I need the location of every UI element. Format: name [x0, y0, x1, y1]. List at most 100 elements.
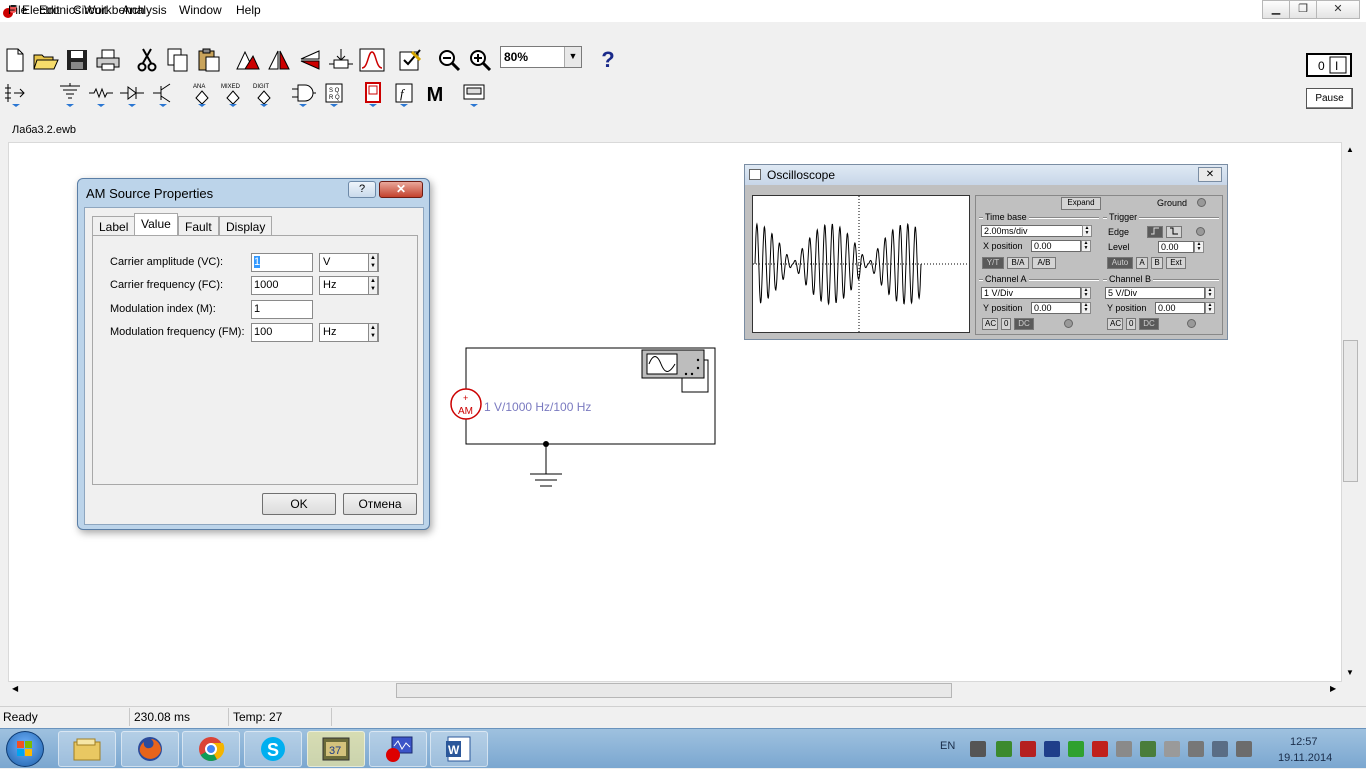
pause-button[interactable]: Pause — [1306, 88, 1353, 109]
parts-sources-button[interactable] — [55, 80, 85, 110]
new-button[interactable] — [0, 45, 30, 75]
channel-a-y-spinner[interactable]: ▲ ▼ — [1081, 302, 1091, 314]
channel-a-ac-button[interactable]: AC — [982, 318, 998, 330]
ground-terminal[interactable] — [1197, 198, 1206, 207]
time-base-value[interactable]: 2.00ms/div — [981, 225, 1083, 237]
open-button[interactable] — [31, 45, 61, 75]
tray-check-icon[interactable] — [1068, 741, 1084, 757]
channel-b-ac-button[interactable]: AC — [1107, 318, 1123, 330]
scroll-up-icon[interactable]: ▲ — [1346, 145, 1354, 154]
ok-button[interactable]: OK — [262, 493, 336, 515]
trigger-auto-button[interactable]: Auto — [1107, 257, 1133, 269]
modulation-index-input[interactable]: 1 — [251, 300, 313, 319]
trigger-a-button[interactable]: A — [1136, 257, 1148, 269]
channel-a-terminal[interactable] — [1064, 319, 1073, 328]
scroll-down-icon[interactable]: ▼ — [1346, 668, 1354, 677]
taskbar-explorer[interactable] — [58, 731, 116, 767]
parts-misc-button[interactable]: M — [420, 80, 450, 110]
tray-device-icon[interactable] — [1164, 741, 1180, 757]
parts-indicators-button[interactable] — [358, 80, 388, 110]
channel-a-scale[interactable]: 1 V/Div — [981, 287, 1081, 299]
flip-horizontal-button[interactable] — [264, 45, 294, 75]
zoom-in-button[interactable] — [465, 45, 495, 75]
cut-button[interactable] — [132, 45, 162, 75]
clock-time[interactable]: 12:57 — [1290, 736, 1318, 748]
menu-edit[interactable]: Edit — [39, 3, 60, 17]
cancel-button[interactable]: Отмена — [343, 493, 417, 515]
x-position-spinner[interactable]: ▲ ▼ — [1081, 240, 1091, 252]
component-properties-button[interactable] — [396, 45, 426, 75]
tray-signal-icon[interactable] — [1212, 741, 1228, 757]
parts-controls-button[interactable]: f — [389, 80, 419, 110]
taskbar-word[interactable]: W — [430, 731, 488, 767]
menu-file[interactable]: File — [8, 3, 27, 17]
rotate-button[interactable] — [232, 45, 262, 75]
carrier-amplitude-input[interactable]: 1 — [251, 253, 313, 272]
channel-a-scale-spinner[interactable]: ▲ ▼ — [1081, 287, 1091, 299]
zoom-out-button[interactable] — [434, 45, 464, 75]
graph-button[interactable] — [357, 45, 387, 75]
trigger-terminal[interactable] — [1196, 227, 1205, 236]
dialog-help-button[interactable]: ? — [348, 181, 376, 198]
dialog-close-button[interactable]: ✕ — [379, 181, 423, 198]
close-button[interactable]: ✕ — [1316, 0, 1360, 19]
carrier-frequency-input[interactable]: 1000 — [251, 276, 313, 295]
parts-bin-toggle[interactable] — [2, 80, 32, 110]
tray-torrent-icon[interactable] — [996, 741, 1012, 757]
parts-digital-ics-button[interactable]: DIGIT — [249, 80, 279, 110]
channel-b-y-spinner[interactable]: ▲ ▼ — [1205, 302, 1215, 314]
tray-usb-icon[interactable] — [1188, 741, 1204, 757]
oscilloscope-close-button[interactable]: ✕ — [1198, 167, 1222, 182]
paste-button[interactable] — [194, 45, 224, 75]
help-button[interactable]: ? — [593, 45, 623, 75]
carrier-frequency-unit-spinner[interactable]: ▲ ▼ — [368, 276, 378, 295]
x-position-value[interactable]: 0.00 — [1031, 240, 1081, 252]
tray-speaker-icon[interactable] — [1116, 741, 1132, 757]
language-indicator[interactable]: EN — [940, 740, 955, 752]
start-button[interactable] — [6, 731, 44, 767]
clock-date[interactable]: 19.11.2014 — [1278, 752, 1332, 764]
mode-yt-button[interactable]: Y/T — [982, 257, 1004, 269]
tab-label[interactable]: Label — [92, 216, 136, 236]
scroll-right-icon[interactable]: ▶ — [1330, 684, 1336, 693]
channel-a-dc-button[interactable]: DC — [1014, 318, 1034, 330]
channel-b-zero-button[interactable]: 0 — [1126, 318, 1136, 330]
trigger-b-button[interactable]: B — [1151, 257, 1163, 269]
document-tab[interactable]: Лаба3.2.ewb — [12, 124, 76, 136]
zoom-select[interactable]: 80% ▼ — [500, 46, 582, 68]
parts-basic-button[interactable] — [86, 80, 116, 110]
parts-mixed-ics-button[interactable]: MIXED — [218, 80, 248, 110]
edge-falling-button[interactable] — [1166, 226, 1182, 238]
channel-b-y-position[interactable]: 0.00 — [1155, 302, 1205, 314]
save-button[interactable] — [62, 45, 92, 75]
taskbar-chrome[interactable] — [182, 731, 240, 767]
tray-app-frx-icon[interactable] — [1044, 741, 1060, 757]
channel-b-scale[interactable]: 5 V/Div — [1105, 287, 1205, 299]
menu-analysis[interactable]: Analysis — [122, 3, 167, 17]
tray-ati-icon[interactable] — [1092, 741, 1108, 757]
parts-diodes-button[interactable] — [117, 80, 147, 110]
tray-security-icon[interactable] — [1140, 741, 1156, 757]
tab-display[interactable]: Display — [219, 216, 273, 236]
parts-instruments-button[interactable] — [459, 80, 489, 110]
tab-fault[interactable]: Fault — [178, 216, 219, 236]
channel-b-terminal[interactable] — [1187, 319, 1196, 328]
time-base-spinner[interactable]: ▲ ▼ — [1082, 225, 1092, 237]
modulation-frequency-unit-spinner[interactable]: ▲ ▼ — [368, 323, 378, 342]
scroll-left-icon[interactable]: ◀ — [12, 684, 18, 693]
menu-circuit[interactable]: Circuit — [73, 3, 107, 17]
chevron-down-icon[interactable]: ▼ — [564, 47, 581, 67]
tray-volume-icon[interactable] — [1236, 741, 1252, 757]
vertical-scroll-thumb[interactable] — [1343, 340, 1358, 482]
expand-button[interactable]: Expand — [1061, 197, 1101, 210]
mode-ba-button[interactable]: B/A — [1007, 257, 1029, 269]
channel-b-scale-spinner[interactable]: ▲ ▼ — [1205, 287, 1215, 299]
flip-vertical-button[interactable] — [295, 45, 325, 75]
tab-value[interactable]: Value — [134, 213, 178, 236]
channel-a-y-position[interactable]: 0.00 — [1031, 302, 1081, 314]
channel-a-zero-button[interactable]: 0 — [1001, 318, 1011, 330]
oscilloscope-symbol[interactable] — [641, 349, 709, 393]
taskbar-skype[interactable]: S — [244, 731, 302, 767]
level-value[interactable]: 0.00 — [1158, 241, 1194, 253]
power-switch[interactable]: 0I — [1306, 53, 1352, 77]
